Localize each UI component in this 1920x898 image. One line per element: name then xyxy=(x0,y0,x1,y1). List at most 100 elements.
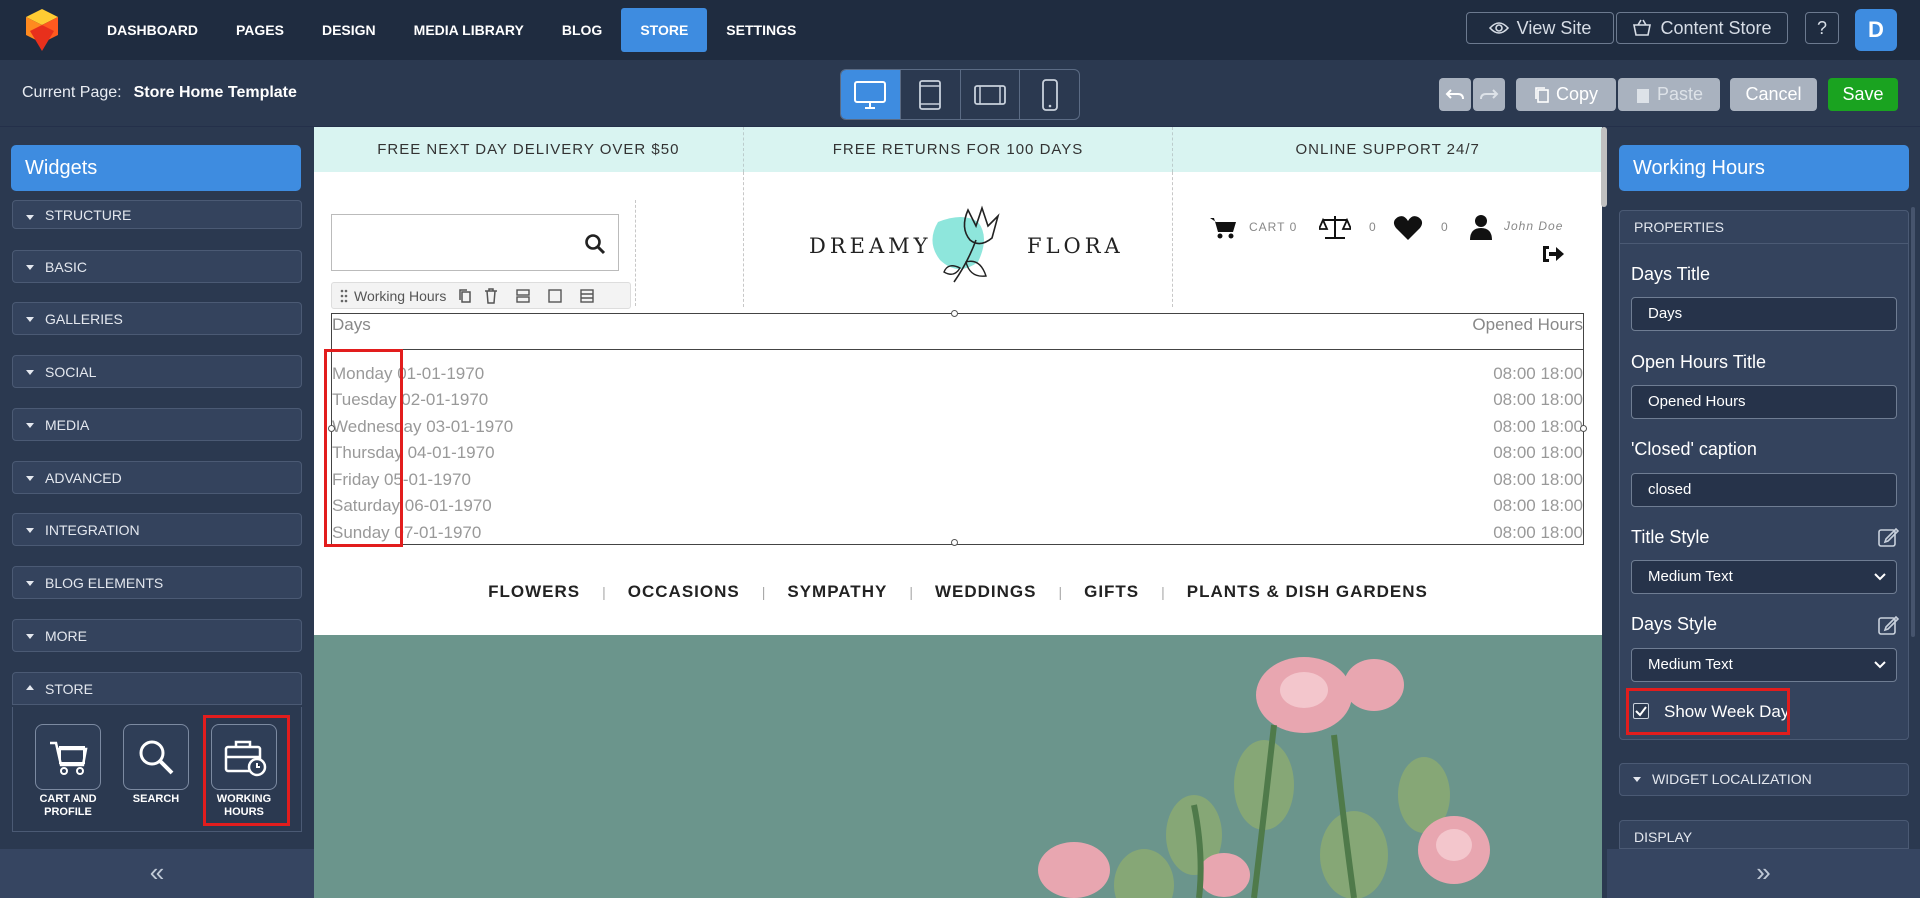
cancel-button[interactable]: Cancel xyxy=(1730,78,1817,111)
copy-label: Copy xyxy=(1555,84,1599,104)
column-divider xyxy=(1172,172,1173,307)
hours-value: 08:00 18:00 xyxy=(1493,417,1583,436)
category-advanced[interactable]: ADVANCED xyxy=(12,461,302,494)
collapse-left-panel-button[interactable]: « xyxy=(0,849,314,898)
hero-banner-image xyxy=(314,635,1602,898)
nav-weddings[interactable]: WEDDINGS xyxy=(935,582,1037,602)
caret-down-icon xyxy=(1633,777,1641,782)
current-page: Current Page: Store Home Template xyxy=(22,84,297,102)
widget-localization-section[interactable]: WIDGET LOCALIZATION xyxy=(1619,763,1909,796)
promo-delivery: FREE NEXT DAY DELIVERY OVER $50 xyxy=(314,127,744,172)
nav-occasions[interactable]: OCCASIONS xyxy=(628,582,740,602)
mobile-icon xyxy=(1041,78,1058,111)
closed-caption-label: 'Closed' caption xyxy=(1631,439,1757,459)
user-icon[interactable] xyxy=(1470,214,1492,240)
content-store-button[interactable]: Content Store xyxy=(1616,12,1788,44)
nav-flowers[interactable]: FLOWERS xyxy=(488,582,580,602)
nav-media-library[interactable]: MEDIA LIBRARY xyxy=(395,8,543,52)
category-more[interactable]: MORE xyxy=(12,619,302,652)
paste-button[interactable]: Paste xyxy=(1618,78,1720,111)
save-button[interactable]: Save xyxy=(1828,78,1898,111)
search-icon[interactable] xyxy=(584,233,606,255)
site-search-input[interactable] xyxy=(331,214,619,271)
nav-separator: | xyxy=(602,584,606,600)
user-name[interactable]: John Doe xyxy=(1504,219,1563,233)
roses-illustration xyxy=(1038,657,1490,898)
closed-caption-input[interactable]: closed xyxy=(1631,473,1897,507)
nav-store[interactable]: STORE xyxy=(621,8,708,52)
promo-returns: FREE RETURNS FOR 100 DAYS xyxy=(744,127,1174,172)
tablet-landscape-view-button[interactable] xyxy=(961,70,1021,119)
category-media[interactable]: MEDIA xyxy=(12,408,302,441)
magnifier-icon xyxy=(139,740,174,775)
view-site-button[interactable]: View Site xyxy=(1466,12,1614,44)
nav-separator: | xyxy=(909,584,913,600)
resize-handle-top[interactable] xyxy=(951,310,958,317)
open-hours-title-input[interactable]: Opened Hours xyxy=(1631,385,1897,419)
category-integration[interactable]: INTEGRATION xyxy=(12,513,302,546)
tablet-view-button[interactable] xyxy=(901,70,961,119)
properties-scrollbar[interactable] xyxy=(1911,207,1915,637)
promo-support: ONLINE SUPPORT 24/7 xyxy=(1295,141,1480,158)
user-avatar[interactable]: D xyxy=(1855,9,1897,51)
box-icon[interactable] xyxy=(548,288,563,303)
days-title-input[interactable]: Days xyxy=(1631,297,1897,331)
help-icon: ? xyxy=(1816,17,1827,38)
highlight-day-labels xyxy=(324,349,403,547)
properties-panel-title: Working Hours xyxy=(1619,145,1909,191)
desktop-view-button[interactable] xyxy=(841,70,901,119)
category-galleries[interactable]: GALLERIES xyxy=(12,302,302,335)
title-style-select[interactable]: Medium Text xyxy=(1631,560,1897,594)
edit-days-style-icon[interactable] xyxy=(1877,614,1899,636)
nav-blog[interactable]: BLOG xyxy=(543,8,621,52)
current-page-name: Store Home Template xyxy=(133,84,297,101)
resize-handle-right[interactable] xyxy=(1580,425,1587,432)
edit-title-style-icon[interactable] xyxy=(1877,526,1899,548)
nav-dashboard[interactable]: DASHBOARD xyxy=(87,8,217,52)
nav-settings[interactable]: SETTINGS xyxy=(707,8,815,52)
redo-button[interactable] xyxy=(1473,78,1505,111)
properties-header[interactable]: PROPERTIES xyxy=(1620,211,1908,244)
copy-button[interactable]: Copy xyxy=(1516,78,1616,111)
mobile-view-button[interactable] xyxy=(1020,70,1079,119)
category-basic[interactable]: BASIC xyxy=(12,250,302,283)
category-structure[interactable]: STRUCTURE xyxy=(12,200,302,229)
collapse-right-panel-button[interactable]: » xyxy=(1607,849,1920,898)
category-store[interactable]: STORE xyxy=(12,672,302,705)
resize-handle-bottom[interactable] xyxy=(951,539,958,546)
nav-pages[interactable]: PAGES xyxy=(217,8,303,52)
working-hours-row: Friday 05-01-1970 08:00 18:00 xyxy=(332,470,1583,496)
app-logo-icon[interactable] xyxy=(18,7,66,53)
undo-button[interactable] xyxy=(1439,78,1471,111)
category-social[interactable]: SOCIAL xyxy=(12,355,302,388)
nav-gifts[interactable]: GIFTS xyxy=(1084,582,1139,602)
hours-title: Opened Hours xyxy=(1472,315,1583,334)
cart-icon[interactable] xyxy=(1209,216,1237,240)
logout-icon[interactable] xyxy=(1541,244,1565,264)
trash-icon[interactable] xyxy=(484,287,498,304)
brand-flower-logo[interactable] xyxy=(918,192,1018,292)
display-section[interactable]: DISPLAY xyxy=(1619,820,1909,849)
duplicate-icon[interactable] xyxy=(458,288,472,304)
category-blog-elements[interactable]: BLOG ELEMENTS xyxy=(12,566,302,599)
nav-separator: | xyxy=(761,584,766,600)
widget-localization-header[interactable]: WIDGET LOCALIZATION xyxy=(1620,764,1908,795)
drag-handle-icon[interactable] xyxy=(340,289,348,303)
compare-scale-icon[interactable] xyxy=(1319,214,1351,240)
working-hours-widget[interactable]: Days Opened Hours Monday 01-01-1970 08:00… xyxy=(328,310,1587,546)
widget-search[interactable] xyxy=(123,724,189,790)
nav-sympathy[interactable]: SYMPATHY xyxy=(787,582,887,602)
widget-cart-and-profile[interactable] xyxy=(35,724,101,790)
cart-count[interactable]: CART 0 xyxy=(1249,220,1297,234)
highlight-working-hours-widget xyxy=(203,715,290,826)
layout-rows-icon[interactable] xyxy=(516,288,531,303)
hours-value: 08:00 18:00 xyxy=(1493,470,1583,489)
redo-icon xyxy=(1480,88,1499,99)
nav-plants-dish-gardens[interactable]: PLANTS & DISH GARDENS xyxy=(1187,582,1428,602)
section-icon[interactable] xyxy=(580,288,595,303)
column-divider xyxy=(743,172,744,307)
wishlist-heart-icon[interactable] xyxy=(1393,215,1423,241)
days-style-select[interactable]: Medium Text xyxy=(1631,648,1897,682)
nav-design[interactable]: DESIGN xyxy=(303,8,395,52)
help-button[interactable]: ? xyxy=(1805,12,1839,44)
